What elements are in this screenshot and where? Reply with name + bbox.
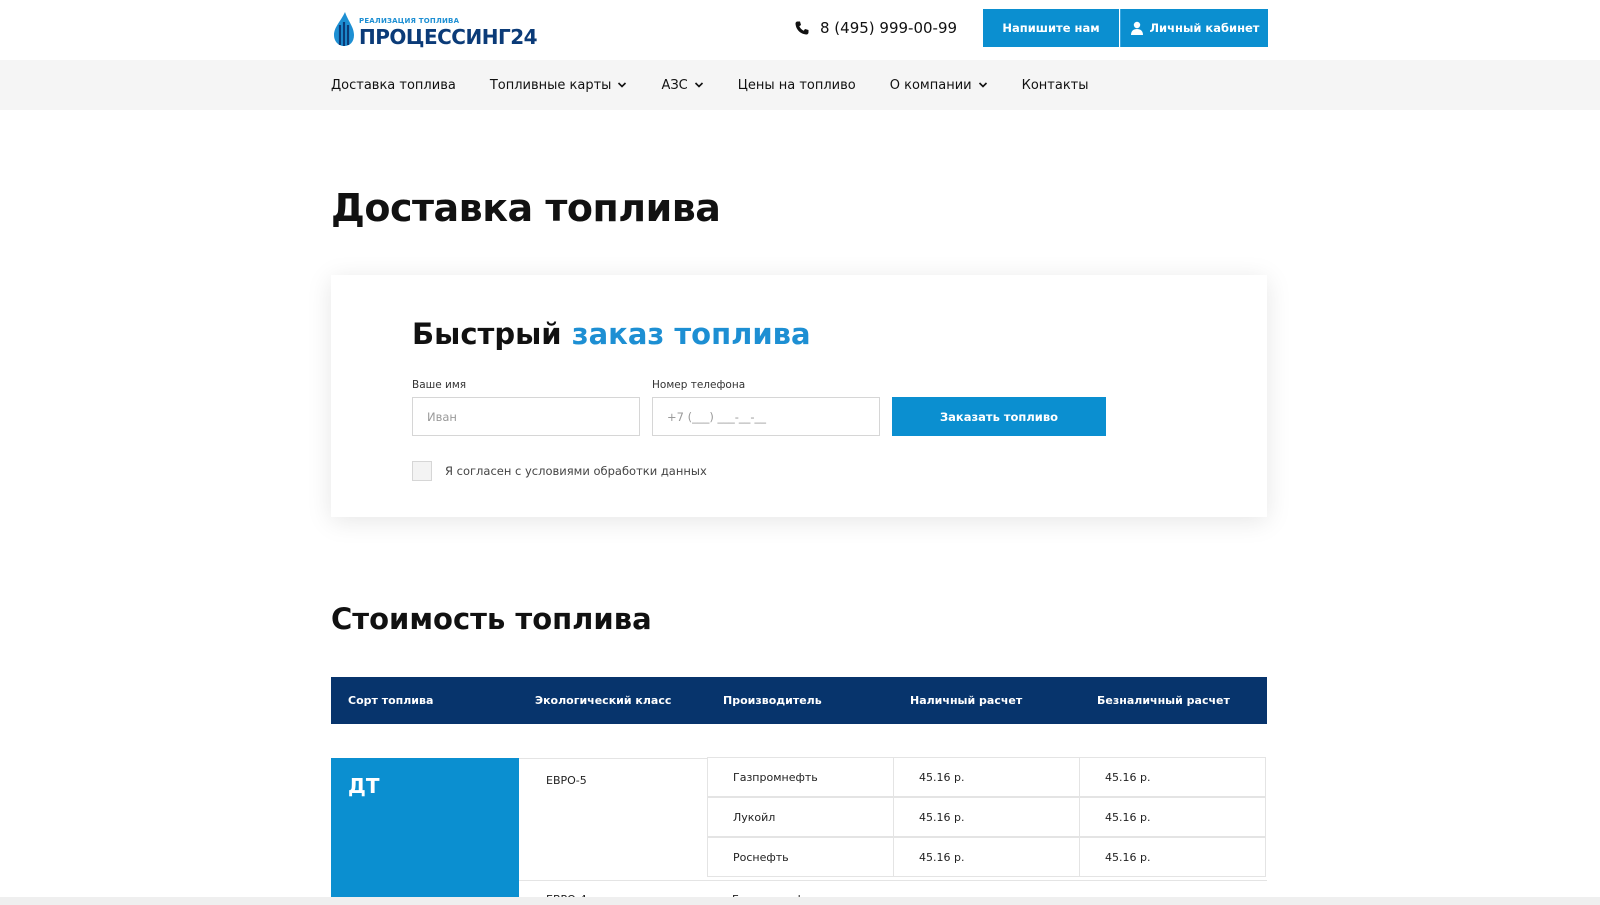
nav-item-label: Цены на топливо bbox=[737, 77, 856, 93]
column-header-cash: Наличный расчет bbox=[910, 694, 1023, 707]
name-input[interactable] bbox=[412, 397, 640, 436]
nav-item-about[interactable]: О компании bbox=[890, 78, 988, 93]
column-header-producer: Производитель bbox=[723, 694, 822, 707]
cashless-price-cell: 45.16 р. bbox=[1079, 797, 1266, 837]
nav-item-fuel-delivery[interactable]: Доставка топлива bbox=[331, 78, 456, 93]
main-navigation: Доставка топлива Топливные карты АЗС Цен… bbox=[0, 60, 1600, 110]
nav-item-label: Контакты bbox=[1021, 77, 1089, 93]
phone-icon bbox=[795, 21, 809, 35]
logo-title: ПРОЦЕССИНГ24 bbox=[359, 25, 538, 49]
write-us-button[interactable]: Напишите нам bbox=[983, 9, 1119, 47]
cashless-price-cell: 45.16 р. bbox=[1079, 837, 1266, 877]
order-form-title: Быстрый заказ топлива bbox=[412, 317, 811, 351]
column-header-eco-class: Экологический класс bbox=[535, 694, 672, 707]
fuel-cost-title: Стоимость топлива bbox=[331, 602, 652, 636]
phone-number: 8 (495) 999-00-99 bbox=[820, 19, 958, 37]
consent-checkbox[interactable] bbox=[412, 461, 432, 481]
logo-subtitle: РЕАЛИЗАЦИЯ ТОПЛИВА bbox=[359, 17, 460, 25]
user-icon bbox=[1130, 21, 1143, 35]
table-row: Роснефть 45.16 р. 45.16 р. bbox=[707, 837, 1267, 878]
cash-price-cell: 45.16 р. bbox=[893, 837, 1080, 877]
order-fuel-button[interactable]: Заказать топливо bbox=[892, 397, 1106, 436]
phone-field-label: Номер телефона bbox=[652, 379, 746, 391]
chevron-down-icon bbox=[978, 82, 987, 88]
quick-order-form: Быстрый заказ топлива Ваше имя Номер тел… bbox=[331, 275, 1267, 517]
producer-cell: Лукойл bbox=[707, 797, 894, 837]
page-title: Доставка топлива bbox=[331, 186, 721, 230]
cashless-price-cell: 45.16 р. bbox=[1079, 757, 1266, 797]
producer-cell: Газпромнефть bbox=[707, 757, 894, 797]
logo-text: РЕАЛИЗАЦИЯ ТОПЛИВА ПРОЦЕССИНГ24 bbox=[359, 11, 538, 49]
nav-item-contacts[interactable]: Контакты bbox=[1022, 78, 1089, 93]
fuel-drop-icon bbox=[334, 12, 354, 46]
cash-price-cell: 45.16 р. bbox=[893, 757, 1080, 797]
cash-price-cell: 45.16 р. bbox=[893, 797, 1080, 837]
order-title-accent: заказ топлива bbox=[571, 317, 811, 351]
producer-cell: Роснефть bbox=[707, 837, 894, 877]
nav-item-fuel-prices[interactable]: Цены на топливо bbox=[738, 78, 856, 93]
personal-cabinet-button[interactable]: Личный кабинет bbox=[1120, 9, 1268, 47]
column-header-fuel-type: Сорт топлива bbox=[348, 694, 434, 707]
chevron-down-icon bbox=[618, 82, 627, 88]
nav-item-label: Доставка топлива bbox=[331, 77, 456, 93]
chevron-down-icon bbox=[694, 82, 703, 88]
nav-item-label: О компании bbox=[889, 77, 972, 93]
phone-input[interactable] bbox=[652, 397, 880, 436]
name-field-label: Ваше имя bbox=[412, 379, 467, 391]
price-table-header: Сорт топлива Экологический класс Произво… bbox=[331, 677, 1267, 724]
nav-item-label: АЗС bbox=[661, 77, 688, 93]
nav-item-fuel-cards[interactable]: Топливные карты bbox=[490, 78, 628, 93]
nav-item-label: Топливные карты bbox=[489, 77, 612, 93]
fuel-type-label: ДТ bbox=[348, 774, 380, 798]
eco-class-cell: ЕВРО-5 bbox=[519, 758, 707, 880]
fuel-type-cell: ДТ bbox=[331, 758, 519, 905]
nav-item-gas-stations[interactable]: АЗС bbox=[661, 78, 703, 93]
site-header: РЕАЛИЗАЦИЯ ТОПЛИВА ПРОЦЕССИНГ24 8 (495) … bbox=[0, 0, 1600, 60]
table-row: Газпромнефть 45.16 р. 45.16 р. bbox=[707, 757, 1267, 798]
header-phone[interactable]: 8 (495) 999-00-99 bbox=[794, 16, 957, 40]
column-header-cashless: Безналичный расчет bbox=[1097, 694, 1230, 707]
personal-cabinet-label: Личный кабинет bbox=[1149, 21, 1260, 35]
eco-class-label: ЕВРО-5 bbox=[546, 774, 587, 787]
order-title-part1: Быстрый bbox=[412, 317, 572, 351]
table-row: Лукойл 45.16 р. 45.16 р. bbox=[707, 797, 1267, 838]
bottom-scroll-edge bbox=[0, 897, 1600, 905]
consent-label: Я согласен с условиями обработки данных bbox=[445, 464, 707, 478]
site-logo[interactable]: РЕАЛИЗАЦИЯ ТОПЛИВА ПРОЦЕССИНГ24 bbox=[331, 10, 538, 49]
nav-menu: Доставка топлива Топливные карты АЗС Цен… bbox=[331, 60, 1123, 110]
